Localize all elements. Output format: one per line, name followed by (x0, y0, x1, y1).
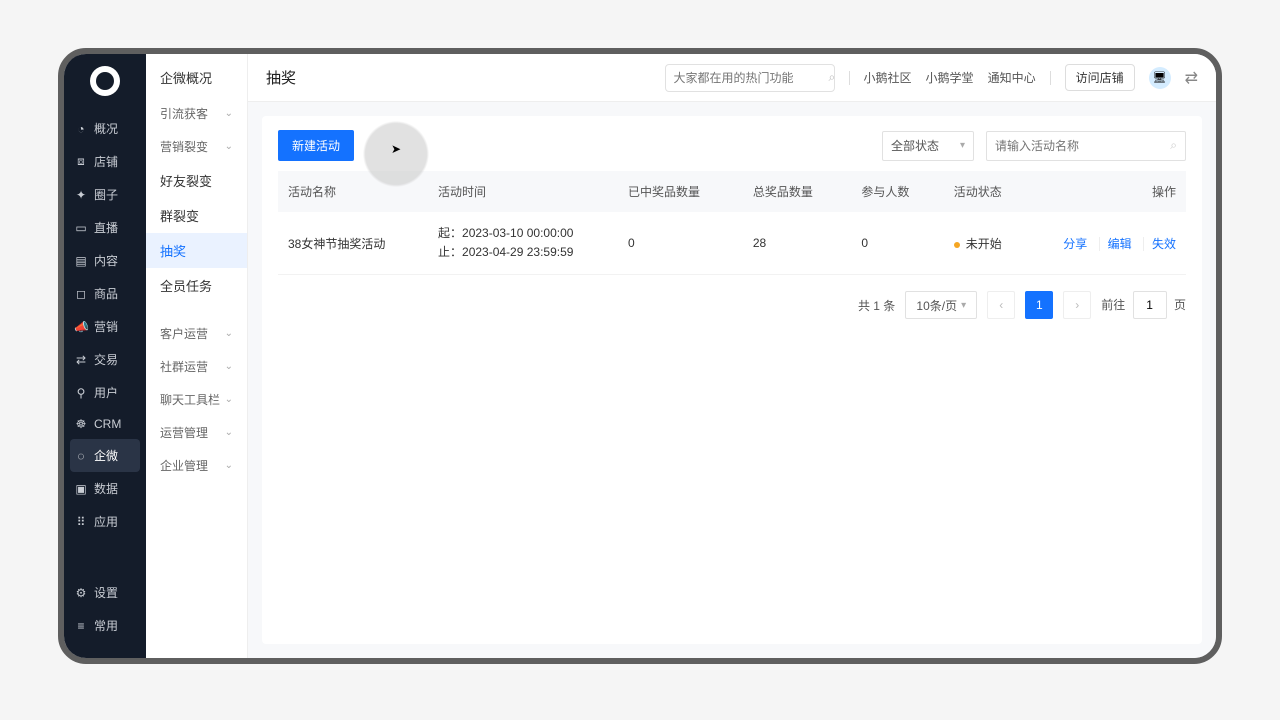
chevron-down-icon: ⌄ (225, 328, 233, 339)
secondary-sidebar: 企微概况 引流获客⌄营销裂变⌄ 好友裂变群裂变抽奖全员任务 客户运营⌄社群运营⌄… (146, 54, 248, 658)
cell-total: 28 (743, 212, 852, 275)
nav1-item-圈子[interactable]: ✦圈子 (64, 178, 146, 211)
nav-icon: ◻ (74, 287, 88, 301)
top-link-academy[interactable]: 小鹅学堂 (926, 69, 974, 86)
action-share[interactable]: 分享 (1063, 237, 1087, 251)
nav1-item-数据[interactable]: ▣数据 (64, 472, 146, 505)
activity-panel: 新建活动 ➤ 全部状态 ▾ ⌕ 活动名称 (262, 116, 1202, 644)
pager-jump: 前往 页 (1101, 291, 1186, 319)
nav1-item-营销[interactable]: 📣营销 (64, 310, 146, 343)
global-search[interactable]: ⌕ (665, 64, 835, 92)
sidebar-section-title: 企微概况 (146, 68, 247, 97)
status-filter-select[interactable]: 全部状态 ▾ (882, 131, 974, 161)
col-status: 活动状态 (944, 171, 1036, 212)
cell-time: 起：2023-03-10 00:00:00 止：2023-04-29 23:59… (428, 212, 618, 275)
nav2-group[interactable]: 运营管理⌄ (146, 416, 247, 449)
swap-icon[interactable]: ⇄ (1185, 68, 1198, 88)
nav1-item-内容[interactable]: ▤内容 (64, 244, 146, 277)
nav-icon: ⠿ (74, 515, 88, 529)
topbar: 抽奖 ⌕ 小鹅社区 小鹅学堂 通知中心 访问店铺 🖥 ⇄ (248, 54, 1216, 102)
activity-name-filter[interactable]: ⌕ (986, 131, 1186, 161)
nav1-item-常用[interactable]: ≡常用 (64, 609, 146, 642)
nav-icon: ◔ (74, 122, 88, 136)
nav1-item-直播[interactable]: ▭直播 (64, 211, 146, 244)
nav-icon: ☸ (74, 417, 88, 431)
global-search-input[interactable] (674, 71, 829, 85)
activity-table: 活动名称 活动时间 已中奖品数量 总奖品数量 参与人数 活动状态 操作 38女神… (278, 171, 1186, 275)
col-time: 活动时间 (428, 171, 618, 212)
nav1-item-企微[interactable]: ◌企微 (70, 439, 140, 472)
new-activity-button[interactable]: 新建活动 (278, 130, 354, 161)
col-won: 已中奖品数量 (618, 171, 743, 212)
nav-icon: ✦ (74, 188, 88, 202)
chevron-down-icon: ⌄ (225, 141, 233, 152)
nav-icon: 📣 (74, 320, 88, 334)
logo (90, 66, 120, 96)
top-link-community[interactable]: 小鹅社区 (864, 69, 912, 86)
nav1-item-应用[interactable]: ⠿应用 (64, 505, 146, 538)
pager-total: 共 1 条 (858, 297, 895, 314)
activity-name-input[interactable] (995, 139, 1170, 153)
col-name: 活动名称 (278, 171, 428, 212)
cell-actions: 分享 编辑 失效 (1036, 212, 1186, 275)
nav-icon: ⚙ (74, 586, 88, 600)
nav-icon: ⧈ (74, 154, 88, 169)
cell-participants: 0 (851, 212, 943, 275)
nav-icon: ▭ (74, 221, 88, 235)
chevron-down-icon: ⌄ (225, 427, 233, 438)
nav2-group[interactable]: 聊天工具栏⌄ (146, 383, 247, 416)
nav1-item-交易[interactable]: ⇄交易 (64, 343, 146, 376)
nav2-group[interactable]: 营销裂变⌄ (146, 130, 247, 163)
page-title: 抽奖 (266, 67, 296, 88)
nav2-group[interactable]: 社群运营⌄ (146, 350, 247, 383)
nav-icon: ⚲ (74, 386, 88, 400)
nav-icon: ▣ (74, 482, 88, 496)
cell-won: 0 (618, 212, 743, 275)
col-total: 总奖品数量 (743, 171, 852, 212)
theme-icon[interactable]: 🖥 (1149, 67, 1171, 89)
visit-store-button[interactable]: 访问店铺 (1065, 64, 1135, 91)
nav1-item-商品[interactable]: ◻商品 (64, 277, 146, 310)
primary-sidebar: ◔概况⧈店铺✦圈子▭直播▤内容◻商品📣营销⇄交易⚲用户☸CRM◌企微▣数据⠿应用… (64, 54, 146, 658)
nav2-group[interactable]: 企业管理⌄ (146, 449, 247, 482)
pager-prev-button[interactable]: ‹ (987, 291, 1015, 319)
cursor-icon: ➤ (391, 142, 401, 156)
pagination: 共 1 条 10条/页▾ ‹ 1 › 前往 页 (278, 291, 1186, 319)
nav1-item-店铺[interactable]: ⧈店铺 (64, 145, 146, 178)
cell-status: 未开始 (944, 212, 1036, 275)
table-row: 38女神节抽奖活动 起：2023-03-10 00:00:00 止：2023-0… (278, 212, 1186, 275)
action-edit[interactable]: 编辑 (1099, 237, 1132, 251)
chevron-down-icon: ▾ (961, 300, 966, 311)
nav-icon: ≡ (74, 619, 88, 633)
col-actions: 操作 (1036, 171, 1186, 212)
nav2-item-抽奖[interactable]: 抽奖 (146, 233, 247, 268)
top-link-notice[interactable]: 通知中心 (988, 69, 1036, 86)
nav1-item-概况[interactable]: ◔概况 (64, 112, 146, 145)
page-size-select[interactable]: 10条/页▾ (905, 291, 977, 319)
chevron-down-icon: ⌄ (225, 394, 233, 405)
pager-next-button[interactable]: › (1063, 291, 1091, 319)
chevron-down-icon: ⌄ (225, 108, 233, 119)
nav1-item-用户[interactable]: ⚲用户 (64, 376, 146, 409)
search-icon: ⌕ (829, 70, 836, 85)
nav2-item-群裂变[interactable]: 群裂变 (146, 198, 247, 233)
nav-icon: ⇄ (74, 353, 88, 367)
nav-icon: ▤ (74, 254, 88, 268)
search-icon: ⌕ (1170, 138, 1177, 153)
action-invalidate[interactable]: 失效 (1143, 237, 1176, 251)
cell-name: 38女神节抽奖活动 (278, 212, 428, 275)
nav-icon: ◌ (74, 449, 88, 463)
chevron-down-icon: ▾ (960, 140, 965, 151)
nav2-group[interactable]: 客户运营⌄ (146, 317, 247, 350)
pager-page-1[interactable]: 1 (1025, 291, 1053, 319)
pager-jump-input[interactable] (1133, 291, 1167, 319)
nav1-item-CRM[interactable]: ☸CRM (64, 409, 146, 439)
nav2-item-好友裂变[interactable]: 好友裂变 (146, 163, 247, 198)
chevron-down-icon: ⌄ (225, 361, 233, 372)
chevron-down-icon: ⌄ (225, 460, 233, 471)
nav2-item-全员任务[interactable]: 全员任务 (146, 268, 247, 303)
nav2-group[interactable]: 引流获客⌄ (146, 97, 247, 130)
col-participants: 参与人数 (851, 171, 943, 212)
nav1-item-设置[interactable]: ⚙设置 (64, 576, 146, 609)
